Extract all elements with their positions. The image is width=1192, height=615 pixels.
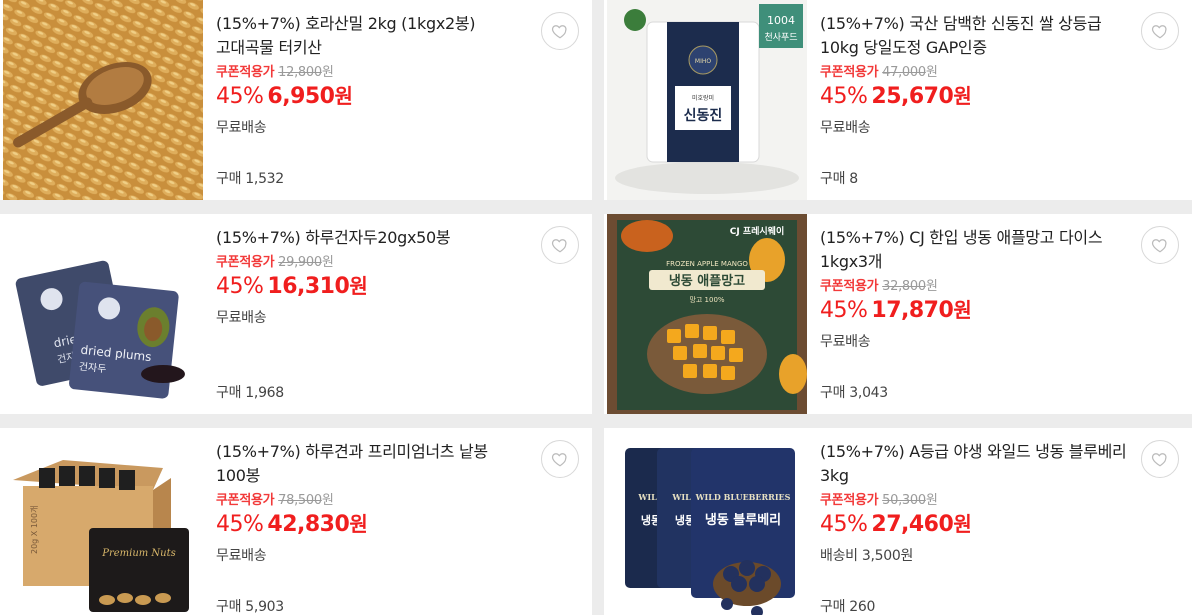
original-price-unit: 원	[925, 65, 938, 80]
purchase-count: 구매 8	[820, 171, 858, 187]
box-quantity-label: 20g X 100개	[29, 506, 39, 554]
original-price-unit: 원	[321, 255, 334, 270]
sale-price: 6,950	[267, 84, 335, 109]
brand-number: 1004	[767, 14, 795, 27]
product-title[interactable]: (15%+7%) 하루건자두20gx50봉	[216, 226, 536, 250]
original-price: 47,000	[882, 65, 926, 80]
heart-icon	[1151, 25, 1167, 39]
brand-badge: 천사푸드	[764, 32, 797, 43]
sale-price: 16,310	[267, 274, 350, 299]
coupon-label: 쿠폰적용가	[820, 493, 879, 508]
nuts-box-image[interactable]: 20g X 100개 Premium Nuts	[3, 428, 203, 615]
mango-box-image[interactable]: CJ 프레시웨이 FROZEN APPLE MANGO 냉동 애플망고 망고 1…	[607, 214, 807, 414]
sale-price: 25,670	[871, 84, 954, 109]
purchase-count: 구매 1,968	[216, 385, 284, 401]
wishlist-button[interactable]	[1141, 226, 1179, 264]
purchase-count: 구매 5,903	[216, 599, 284, 615]
price-unit: 원	[349, 274, 368, 298]
price-unit: 원	[953, 512, 972, 536]
sale-price: 42,830	[267, 512, 350, 537]
original-price: 50,300	[882, 493, 926, 508]
heart-icon	[551, 453, 567, 467]
original-price-unit: 원	[321, 65, 334, 80]
product-card[interactable]: MIHO 미호랑미 신동진 1004 천사푸드 (15%+7%) 국산 담백한 …	[604, 0, 1192, 200]
product-card[interactable]: (15%+7%) 호라산밀 2kg (1kgx2봉) 고대곡물 터키산 쿠폰적용…	[0, 0, 592, 200]
original-price: 12,800	[278, 65, 322, 80]
heart-icon	[551, 25, 567, 39]
discount-rate: 45%	[820, 298, 868, 323]
shipping-info: 무료배송	[216, 310, 267, 326]
wheat-grain-image[interactable]	[3, 0, 203, 200]
purchase-count: 구매 260	[820, 599, 876, 615]
sale-price: 17,870	[871, 298, 954, 323]
heart-icon	[551, 239, 567, 253]
original-price: 32,800	[882, 279, 926, 294]
discount-rate: 45%	[820, 512, 868, 537]
purchase-count: 구매 3,043	[820, 385, 888, 401]
product-title[interactable]: (15%+7%) 호라산밀 2kg (1kgx2봉) 고대곡물 터키산	[216, 12, 536, 60]
bag-ko-label: 냉동 블루베리	[705, 512, 781, 528]
price-unit: 원	[334, 84, 353, 108]
shipping-info: 무료배송	[216, 120, 267, 136]
price-unit: 원	[349, 512, 368, 536]
product-card[interactable]: CJ 프레시웨이 FROZEN APPLE MANGO 냉동 애플망고 망고 1…	[604, 214, 1192, 414]
bag-en-label: WILD BLUEBERRIES	[695, 492, 791, 502]
shipping-info: 무료배송	[216, 548, 267, 564]
product-card[interactable]: WILD 냉동 WILD 냉동 WILD BLUEBERRIES 냉동 블루베리…	[604, 428, 1192, 615]
coupon-label: 쿠폰적용가	[216, 65, 275, 80]
sale-price: 27,460	[871, 512, 954, 537]
discount-rate: 45%	[216, 84, 264, 109]
price-unit: 원	[953, 84, 972, 108]
original-price-unit: 원	[925, 279, 938, 294]
original-price: 29,900	[278, 255, 322, 270]
original-price: 78,500	[278, 493, 322, 508]
wishlist-button[interactable]	[541, 226, 579, 264]
original-price-unit: 원	[925, 493, 938, 508]
wishlist-button[interactable]	[541, 12, 579, 50]
coupon-label: 쿠폰적용가	[820, 65, 879, 80]
product-title[interactable]: (15%+7%) A등급 야생 와일드 냉동 블루베리 3kg	[820, 440, 1140, 488]
price-unit: 원	[953, 298, 972, 322]
heart-icon	[1151, 453, 1167, 467]
rice-bag-image[interactable]: MIHO 미호랑미 신동진 1004 천사푸드	[607, 0, 807, 200]
seal-text: MIHO	[695, 58, 711, 65]
shipping-info: 배송비 3,500원	[820, 548, 914, 564]
pack-label: Premium Nuts	[101, 548, 176, 559]
product-title[interactable]: (15%+7%) 국산 담백한 신동진 쌀 상등급 10kg 당일도정 GAP인…	[820, 12, 1140, 60]
wishlist-button[interactable]	[541, 440, 579, 478]
blueberry-bags-image[interactable]: WILD 냉동 WILD 냉동 WILD BLUEBERRIES 냉동 블루베리	[607, 428, 807, 615]
product-title[interactable]: (15%+7%) CJ 한입 냉동 애플망고 다이스 1kgx3개	[820, 226, 1140, 274]
product-card[interactable]: 20g X 100개 Premium Nuts (15%+7%) 하루견과 프리…	[0, 428, 592, 615]
coupon-label: 쿠폰적용가	[216, 255, 275, 270]
original-price-unit: 원	[321, 493, 334, 508]
wishlist-button[interactable]	[1141, 440, 1179, 478]
brand-logo: CJ 프레시웨이	[730, 225, 785, 237]
coupon-label: 쿠폰적용가	[820, 279, 879, 294]
bag-label: 신동진	[684, 107, 723, 124]
discount-rate: 45%	[820, 84, 868, 109]
shipping-info: 무료배송	[820, 334, 871, 350]
purchase-count: 구매 1,532	[216, 171, 284, 187]
shipping-info: 무료배송	[820, 120, 871, 136]
wishlist-button[interactable]	[1141, 12, 1179, 50]
product-card[interactable]: dried 건자두 dried plums 건자두 (15%+7%) 하루건자두…	[0, 214, 592, 414]
discount-rate: 45%	[216, 274, 264, 299]
heart-icon	[1151, 239, 1167, 253]
product-grid: (15%+7%) 호라산밀 2kg (1kgx2봉) 고대곡물 터키산 쿠폰적용…	[0, 0, 1192, 615]
dried-plums-image[interactable]: dried 건자두 dried plums 건자두	[3, 214, 203, 414]
box-en-label: FROZEN APPLE MANGO	[666, 260, 748, 268]
discount-rate: 45%	[216, 512, 264, 537]
coupon-label: 쿠폰적용가	[216, 493, 275, 508]
box-sub-label: 망고 100%	[689, 295, 724, 304]
box-ko-label: 냉동 애플망고	[669, 273, 745, 289]
product-title[interactable]: (15%+7%) 하루견과 프리미엄너츠 낱봉 100봉	[216, 440, 536, 488]
bag-subtitle: 미호랑미	[692, 94, 714, 102]
